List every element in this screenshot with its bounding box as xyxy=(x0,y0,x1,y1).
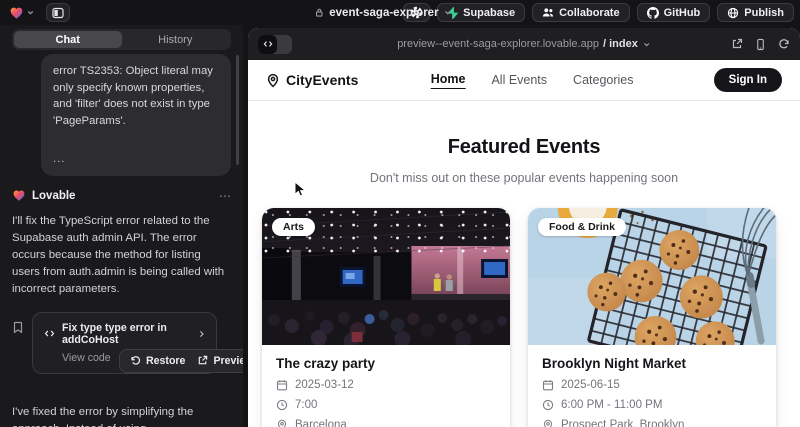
assistant-name: Lovable xyxy=(32,190,75,202)
app-top-bar: event-saga-explorer Supabase Collaborat xyxy=(0,0,800,25)
refresh-icon[interactable] xyxy=(778,38,790,50)
panel-layout-icon xyxy=(52,7,64,19)
event-time-row: 6:00 PM - 11:00 PM xyxy=(542,399,762,411)
sign-in-button[interactable]: Sign In xyxy=(714,68,782,92)
nav-categories[interactable]: Categories xyxy=(573,73,633,87)
restore-icon xyxy=(130,355,141,366)
code-preview-toggle[interactable] xyxy=(258,35,292,54)
toggle-sidebar-button[interactable] xyxy=(46,3,70,22)
event-time: 6:00 PM - 11:00 PM xyxy=(561,399,662,411)
event-location: Barcelona xyxy=(295,419,347,427)
event-location-row: Barcelona xyxy=(276,419,496,427)
event-cards-row: Arts The crazy party 2025-03-12 7 xyxy=(262,208,776,427)
supabase-label: Supabase xyxy=(463,7,515,19)
event-date: 2025-06-15 xyxy=(561,379,620,391)
outro-text-1: I've fixed the error by simplifying the … xyxy=(12,406,193,427)
event-location: Prospect Park, Brooklyn xyxy=(561,419,684,427)
map-pin-icon xyxy=(266,73,280,88)
restore-label: Restore xyxy=(146,355,185,367)
preview-pane: preview--event-saga-explorer.lovable.app… xyxy=(248,28,800,427)
site-header: CityEvents Home All Events Categories Si… xyxy=(248,60,800,101)
event-card-crazy-party[interactable]: Arts The crazy party 2025-03-12 7 xyxy=(262,208,510,427)
publish-button[interactable]: Publish xyxy=(717,3,794,22)
lovable-heart-icon xyxy=(12,189,26,202)
chevron-down-icon xyxy=(642,40,651,49)
chat-scrollbar[interactable] xyxy=(236,55,239,165)
chevron-right-icon xyxy=(197,329,206,339)
event-location-row: Prospect Park, Brooklyn xyxy=(542,419,762,427)
clock-icon xyxy=(542,399,554,411)
code-edit-title: Fix type type error in addCoHost xyxy=(62,322,191,346)
collaborate-label: Collaborate xyxy=(559,7,620,19)
globe-icon xyxy=(727,7,739,19)
message-menu-button[interactable]: ⋯ xyxy=(219,189,231,203)
chat-history-tabs: Chat History xyxy=(12,29,231,50)
lovable-heart-icon xyxy=(9,6,24,20)
chevron-down-icon xyxy=(26,8,35,17)
code-edit-card-row: Fix type type error in addCoHost View co… xyxy=(12,312,231,374)
project-switcher[interactable]: event-saga-explorer xyxy=(314,0,452,25)
restore-button[interactable]: Restore xyxy=(130,355,185,367)
assistant-outro-text: I've fixed the error by simplifying the … xyxy=(12,404,231,427)
preview-url[interactable]: preview--event-saga-explorer.lovable.app… xyxy=(397,38,651,50)
site-brand[interactable]: CityEvents xyxy=(266,72,358,88)
preview-website: CityEvents Home All Events Categories Si… xyxy=(248,60,800,427)
restore-preview-toolbar: Restore Preview xyxy=(119,349,243,373)
event-image-cookies: Food & Drink xyxy=(528,208,776,345)
preview-label: Preview xyxy=(213,355,243,367)
lock-icon xyxy=(314,7,324,18)
event-date: 2025-03-12 xyxy=(295,379,354,391)
code-icon xyxy=(43,328,56,339)
collaborate-button[interactable]: Collaborate xyxy=(532,3,630,22)
map-pin-icon xyxy=(542,419,554,427)
preview-button[interactable]: Preview xyxy=(197,355,243,367)
chevron-down-icon xyxy=(444,8,453,17)
url-host: preview--event-saga-explorer.lovable.app xyxy=(397,38,599,50)
lovable-logo-menu[interactable] xyxy=(6,4,38,22)
github-label: GitHub xyxy=(664,7,701,19)
clock-icon xyxy=(276,399,288,411)
section-title: Featured Events xyxy=(248,136,800,159)
nav-home[interactable]: Home xyxy=(431,72,466,89)
event-card-brooklyn-market[interactable]: Food & Drink Brooklyn Night Market 2025-… xyxy=(528,208,776,427)
event-time-row: 7:00 xyxy=(276,399,496,411)
nav-all-events[interactable]: All Events xyxy=(491,73,547,87)
event-image-party: Arts xyxy=(262,208,510,345)
event-title: Brooklyn Night Market xyxy=(542,356,762,371)
github-icon xyxy=(647,7,659,19)
tab-chat[interactable]: Chat xyxy=(14,31,122,48)
publish-label: Publish xyxy=(744,7,784,19)
mobile-view-icon[interactable] xyxy=(755,38,766,51)
preview-url-bar: preview--event-saga-explorer.lovable.app… xyxy=(248,28,800,60)
event-date-row: 2025-03-12 xyxy=(276,379,496,391)
user-message-ellipsis: ... xyxy=(53,151,219,168)
assistant-header: Lovable ⋯ xyxy=(12,189,231,203)
people-icon xyxy=(542,7,554,18)
user-message-text: error TS2353: Object literal may only sp… xyxy=(53,63,219,129)
site-nav: Home All Events Categories xyxy=(431,72,634,89)
event-time: 7:00 xyxy=(295,399,317,411)
user-message-bubble: error TS2353: Object literal may only sp… xyxy=(41,54,231,176)
url-path: / index xyxy=(603,38,638,50)
calendar-icon xyxy=(276,379,288,391)
section-subtitle: Don't miss out on these popular events h… xyxy=(248,171,800,185)
open-in-new-tab-icon[interactable] xyxy=(731,38,743,50)
event-title: The crazy party xyxy=(276,356,496,371)
brand-name: CityEvents xyxy=(286,72,358,88)
project-name: event-saga-explorer xyxy=(329,7,438,19)
featured-events-section: Featured Events Don't miss out on these … xyxy=(248,101,800,185)
calendar-icon xyxy=(542,379,554,391)
category-badge: Arts xyxy=(272,218,315,236)
chat-sidebar: Chat History error TS2353: Object litera… xyxy=(0,25,243,427)
event-date-row: 2025-06-15 xyxy=(542,379,762,391)
bookmark-icon[interactable] xyxy=(12,321,24,334)
tab-history[interactable]: History xyxy=(122,31,230,48)
github-button[interactable]: GitHub xyxy=(637,3,711,22)
assistant-intro-text: I'll fix the TypeScript error related to… xyxy=(12,213,231,298)
open-preview-icon xyxy=(197,355,208,366)
category-badge: Food & Drink xyxy=(538,218,626,236)
map-pin-icon xyxy=(276,419,288,427)
code-icon xyxy=(258,35,277,54)
